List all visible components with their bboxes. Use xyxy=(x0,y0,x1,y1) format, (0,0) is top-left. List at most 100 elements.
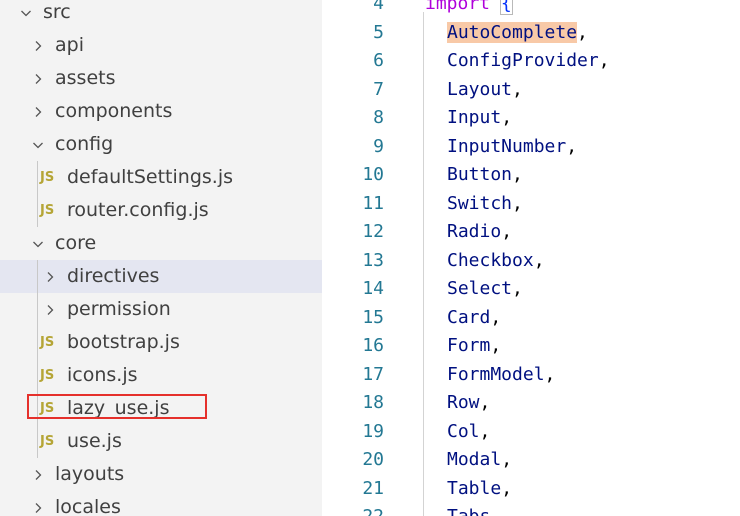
line-number: 14 xyxy=(362,278,384,299)
tree-item-label: directives xyxy=(67,265,160,287)
identifier-token: Col xyxy=(447,420,480,442)
tree-folder-locales[interactable]: locales xyxy=(0,491,322,516)
identifier-token: Layout xyxy=(447,78,513,100)
tree-folder-core[interactable]: core xyxy=(0,227,322,260)
chevron-right-icon[interactable] xyxy=(30,62,46,95)
code-line[interactable]: 7 Layout, xyxy=(322,76,740,105)
code-text: Form, xyxy=(447,332,501,361)
code-line[interactable]: 14 Select, xyxy=(322,275,740,304)
tree-indent-guide xyxy=(37,161,38,194)
js-file-icon: JS xyxy=(40,170,55,185)
tree-item-label: locales xyxy=(55,496,121,516)
code-line[interactable]: 20 Modal, xyxy=(322,446,740,475)
code-text: Switch, xyxy=(447,190,523,219)
identifier-token: Input xyxy=(447,107,502,128)
tree-item-label: core xyxy=(55,232,97,254)
line-number: 5 xyxy=(373,21,384,43)
code-text: Button, xyxy=(447,161,523,190)
tree-file-defaultSettings-js[interactable]: JS defaultSettings.js xyxy=(0,161,322,194)
identifier-token: InputNumber xyxy=(447,135,567,157)
chevron-right-icon[interactable] xyxy=(42,260,58,293)
js-file-icon: JS xyxy=(40,335,55,350)
code-line[interactable]: 6 ConfigProvider, xyxy=(322,47,740,76)
tree-indent-guide xyxy=(37,359,38,392)
identifier-token: Button xyxy=(447,164,513,185)
comma-token: , xyxy=(598,50,610,71)
tree-file-icons-js[interactable]: JS icons.js xyxy=(0,359,322,392)
tree-folder-permission[interactable]: permission xyxy=(0,293,322,326)
tree-folder-src[interactable]: src xyxy=(0,0,322,29)
tree-folder-config[interactable]: config xyxy=(0,128,322,161)
identifier-token: Row xyxy=(447,392,480,413)
comma-token: , xyxy=(501,221,513,242)
identifier-token: Card xyxy=(447,306,491,328)
code-editor[interactable]: 4 import {5 AutoComplete, 6 ConfigProvider, 7… xyxy=(322,0,740,516)
code-line[interactable]: 18 Row, xyxy=(322,389,740,418)
chevron-down-icon[interactable] xyxy=(30,128,46,161)
code-line[interactable]: 16 Form, xyxy=(322,332,740,361)
tree-item-label: layouts xyxy=(55,463,125,485)
line-number: 10 xyxy=(362,164,384,185)
tree-folder-components[interactable]: components xyxy=(0,95,322,128)
identifier-token: FormModel xyxy=(447,363,545,385)
line-number: 16 xyxy=(362,335,384,356)
comma-token: , xyxy=(512,164,523,185)
code-line[interactable]: 4 import { xyxy=(322,0,740,19)
line-number: 7 xyxy=(373,78,384,100)
comma-token: , xyxy=(512,192,523,214)
chevron-right-icon[interactable] xyxy=(30,29,46,62)
code-text: Select, xyxy=(447,275,523,304)
line-number: 6 xyxy=(373,50,384,71)
chevron-down-icon[interactable] xyxy=(18,0,34,29)
line-number: 11 xyxy=(362,192,384,214)
comma-token: , xyxy=(479,392,491,413)
identifier-token: Table xyxy=(447,477,502,499)
code-line[interactable]: 11 Switch, xyxy=(322,190,740,219)
tree-file-use-js[interactable]: JS use.js xyxy=(0,425,322,458)
tree-folder-assets[interactable]: assets xyxy=(0,62,322,95)
comma-token: , xyxy=(533,249,545,271)
tree-file-router-config-js[interactable]: JS router.config.js xyxy=(0,194,322,227)
code-text: Radio, xyxy=(447,218,512,247)
code-line[interactable]: 17 FormModel, xyxy=(322,361,740,390)
chevron-right-icon[interactable] xyxy=(42,293,58,326)
chevron-right-icon[interactable] xyxy=(30,95,46,128)
code-line[interactable]: 22 Tabs, xyxy=(322,503,740,516)
code-line[interactable]: 12 Radio, xyxy=(322,218,740,247)
tree-file-bootstrap-js[interactable]: JS bootstrap.js xyxy=(0,326,322,359)
line-number: 18 xyxy=(362,392,384,413)
code-line[interactable]: 13 Checkbox, xyxy=(322,247,740,276)
code-text: Col, xyxy=(447,418,490,447)
identifier-token: AutoComplete xyxy=(447,21,578,43)
js-file-icon: JS xyxy=(40,368,55,383)
keyword-token: import xyxy=(425,0,491,14)
code-line[interactable]: 9 InputNumber, xyxy=(322,133,740,162)
line-number: 21 xyxy=(362,477,384,499)
code-line[interactable]: 10 Button, xyxy=(322,161,740,190)
code-text: AutoComplete, xyxy=(447,19,588,48)
identifier-token: Checkbox xyxy=(447,249,534,271)
code-lines: 4 import {5 AutoComplete, 6 ConfigProvider, 7… xyxy=(322,0,740,516)
tree-folder-api[interactable]: api xyxy=(0,29,322,62)
tree-item-label: use.js xyxy=(67,430,122,452)
chevron-right-icon[interactable] xyxy=(30,491,46,516)
js-file-icon: JS xyxy=(40,434,55,449)
code-line[interactable]: 21 Table, xyxy=(322,475,740,504)
code-line[interactable]: 5 AutoComplete, xyxy=(322,19,740,48)
identifier-token: Radio xyxy=(447,221,502,242)
line-number: 22 xyxy=(362,503,384,516)
code-line[interactable]: 8 Input, xyxy=(322,104,740,133)
code-line[interactable]: 15 Card, xyxy=(322,304,740,333)
chevron-right-icon[interactable] xyxy=(30,458,46,491)
comma-token: , xyxy=(566,135,578,157)
tree-indent-guide xyxy=(37,293,38,326)
chevron-down-icon[interactable] xyxy=(30,227,46,260)
comma-token: , xyxy=(501,477,513,499)
code-line[interactable]: 19 Col, xyxy=(322,418,740,447)
tree-folder-directives[interactable]: directives xyxy=(0,260,322,293)
comma-token: , xyxy=(501,449,513,470)
line-number: 19 xyxy=(362,420,384,442)
line-number: 9 xyxy=(373,135,384,157)
code-text: Checkbox, xyxy=(447,247,545,276)
tree-folder-layouts[interactable]: layouts xyxy=(0,458,322,491)
